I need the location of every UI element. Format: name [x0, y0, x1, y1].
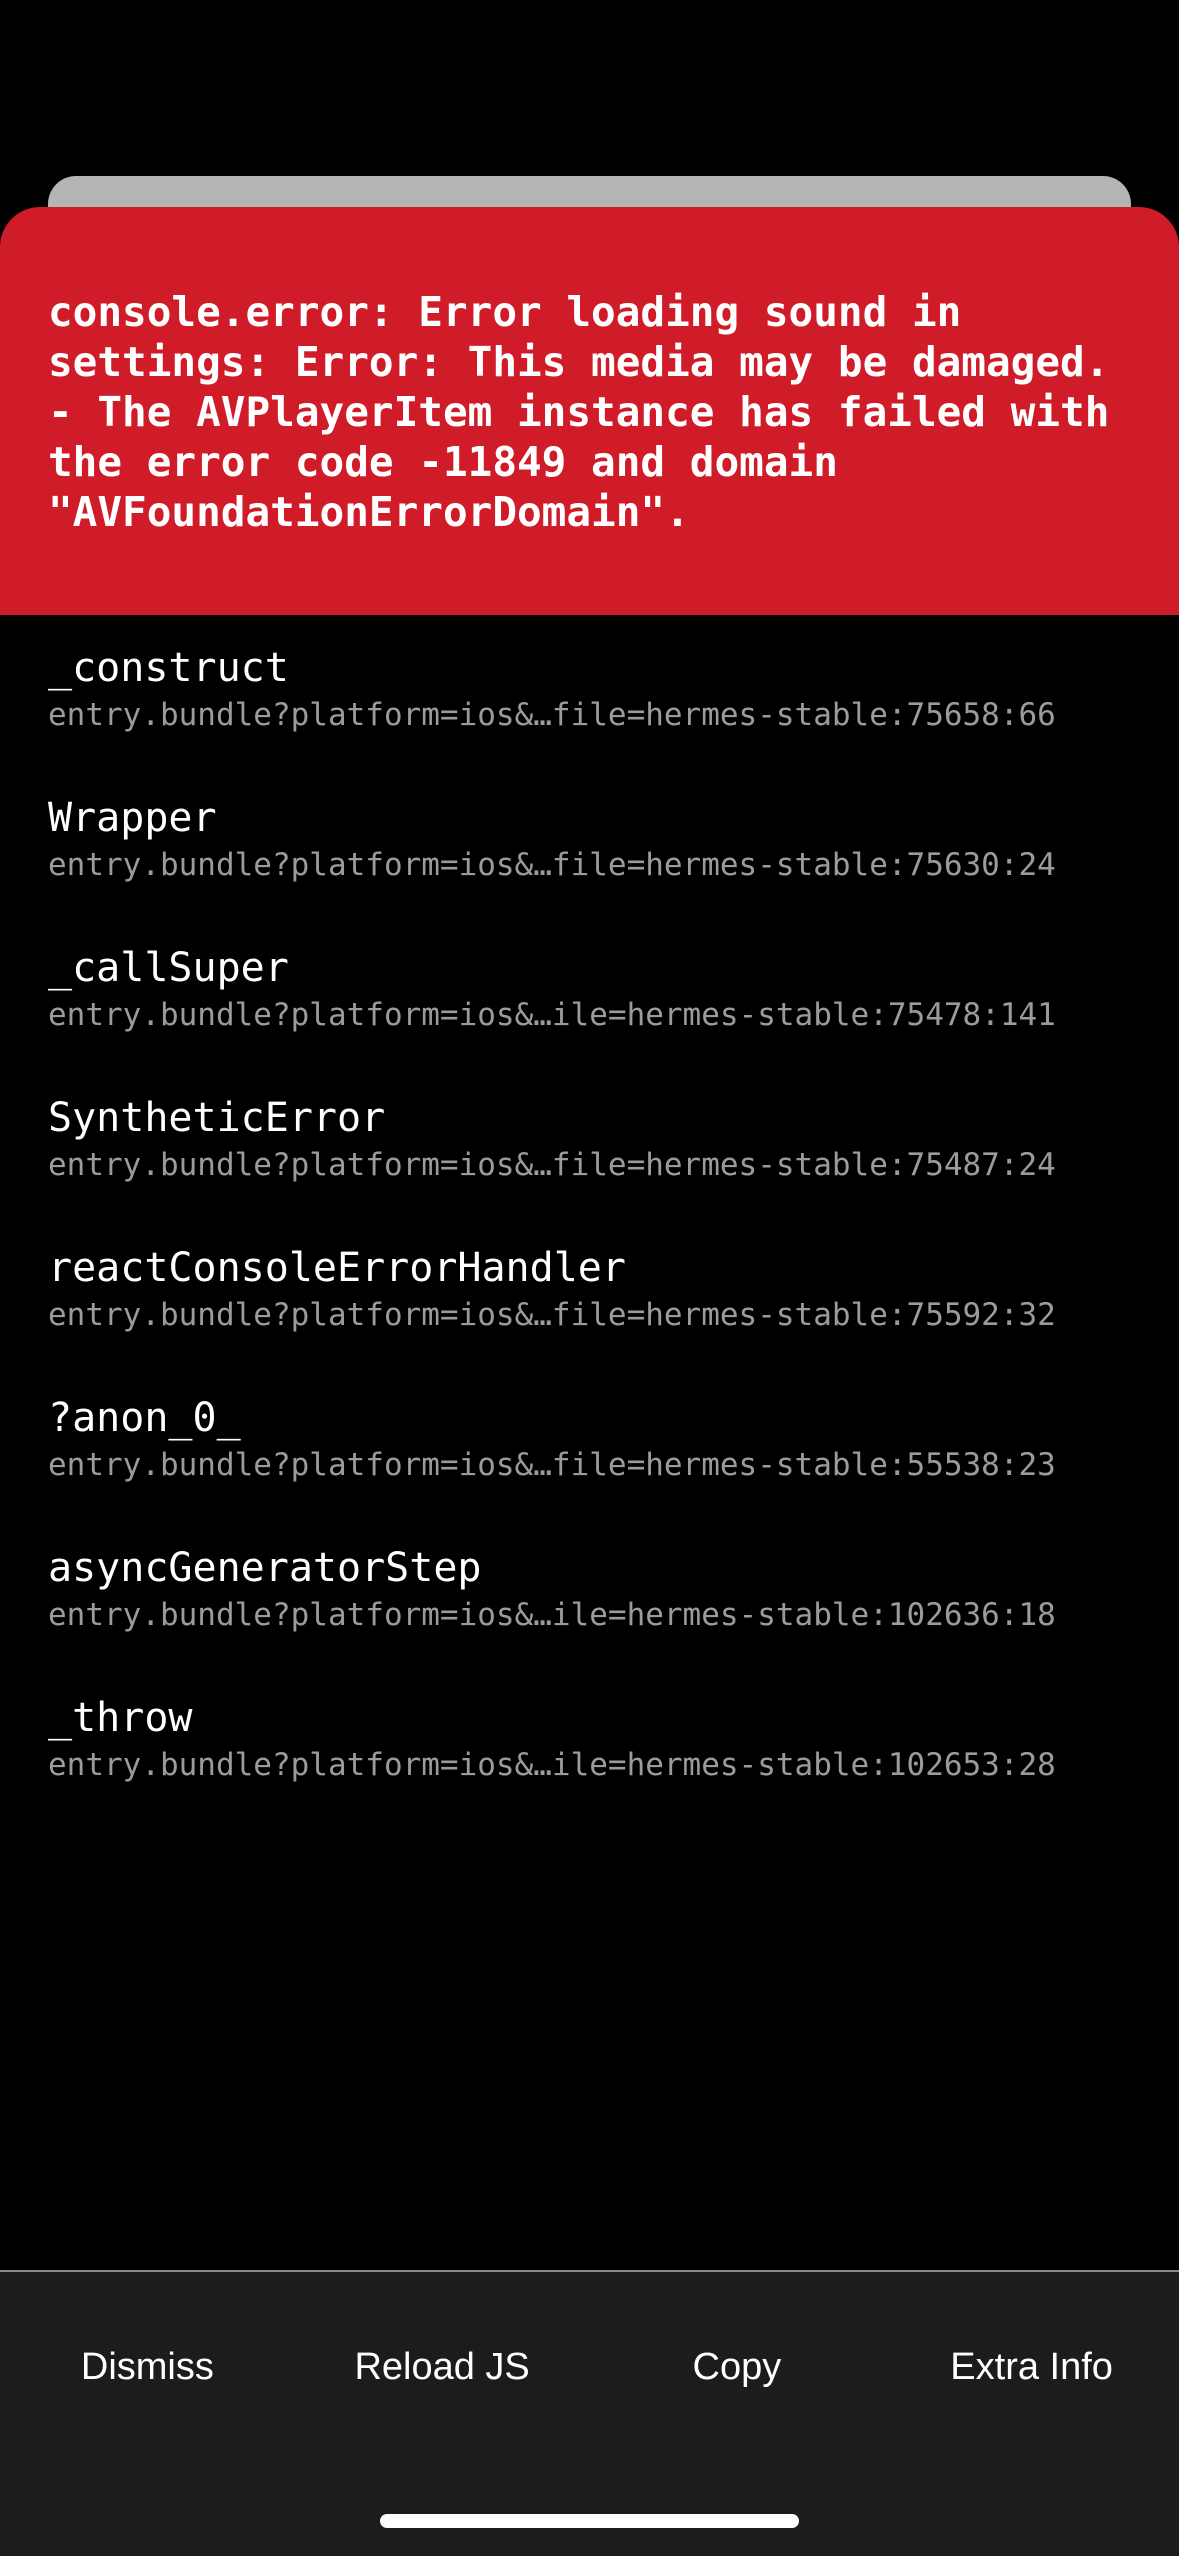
frame-method: Wrapper [48, 795, 217, 841]
frame-method: asyncGeneratorStep [48, 1545, 482, 1591]
frame-method: reactConsoleErrorHandler [48, 1245, 626, 1291]
copy-button[interactable]: Copy [590, 2346, 885, 2389]
frame-location: entry.bundle?platform=ios&…file=hermes-s… [48, 697, 1056, 733]
footer-button-row: Dismiss Reload JS Copy Extra Info [0, 2272, 1179, 2462]
stack-frame[interactable]: _callSuper entry.bundle?platform=ios&…il… [0, 915, 1179, 1065]
error-header: console.error: Error loading sound in se… [0, 207, 1179, 615]
frame-method: _throw [48, 1695, 193, 1741]
home-indicator[interactable] [380, 2514, 799, 2528]
stack-frame[interactable]: reactConsoleErrorHandler entry.bundle?pl… [0, 1215, 1179, 1365]
error-message: console.error: Error loading sound in se… [48, 288, 1135, 536]
stack-frame[interactable]: SyntheticError entry.bundle?platform=ios… [0, 1065, 1179, 1215]
stack-frame[interactable]: ?anon_0_ entry.bundle?platform=ios&…file… [0, 1365, 1179, 1515]
stack-frame[interactable]: asyncGeneratorStep entry.bundle?platform… [0, 1515, 1179, 1665]
frame-location: entry.bundle?platform=ios&…file=hermes-s… [48, 1447, 1056, 1483]
frame-method: _callSuper [48, 945, 289, 991]
frame-method: SyntheticError [48, 1095, 386, 1141]
frame-location: entry.bundle?platform=ios&…file=hermes-s… [48, 1297, 1056, 1333]
frame-method: ?anon_0_ [48, 1395, 241, 1441]
extra-info-button[interactable]: Extra Info [884, 2346, 1179, 2389]
stack-frame[interactable]: Wrapper entry.bundle?platform=ios&…file=… [0, 765, 1179, 915]
frame-location: entry.bundle?platform=ios&…ile=hermes-st… [48, 997, 1056, 1033]
frame-method: _construct [48, 645, 289, 691]
dismiss-button[interactable]: Dismiss [0, 2346, 295, 2389]
frame-location: entry.bundle?platform=ios&…file=hermes-s… [48, 847, 1056, 883]
stack-frame[interactable]: _construct entry.bundle?platform=ios&…fi… [0, 615, 1179, 765]
stack-frame[interactable]: _throw entry.bundle?platform=ios&…ile=he… [0, 1665, 1179, 1815]
frame-location: entry.bundle?platform=ios&…file=hermes-s… [48, 1147, 1056, 1183]
frame-location: entry.bundle?platform=ios&…ile=hermes-st… [48, 1747, 1056, 1783]
frame-location: entry.bundle?platform=ios&…ile=hermes-st… [48, 1597, 1056, 1633]
stack-trace-list: _construct entry.bundle?platform=ios&…fi… [0, 615, 1179, 1815]
reload-js-button[interactable]: Reload JS [295, 2346, 590, 2389]
